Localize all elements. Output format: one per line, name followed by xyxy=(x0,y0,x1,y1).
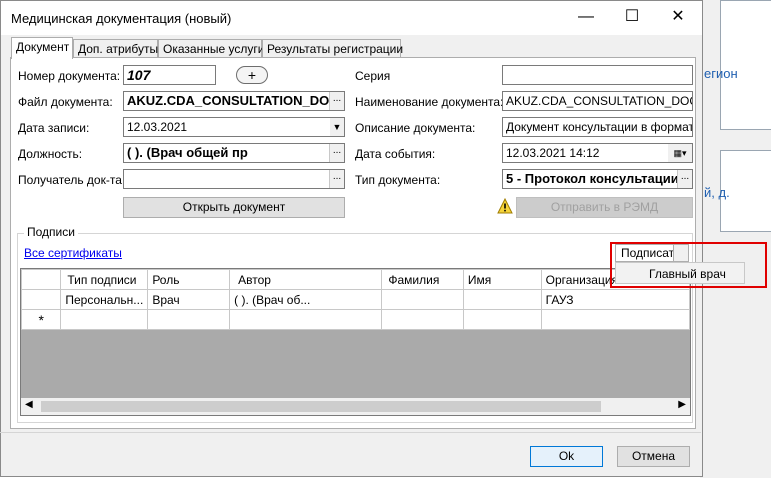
table-row[interactable]: Персональн... Врач ( ). (Врач об... ГАУЗ xyxy=(21,289,690,310)
table-cell[interactable]: ГАУЗ xyxy=(540,289,690,310)
table-cell[interactable] xyxy=(540,309,690,330)
browse-doc-type-button[interactable]: ... xyxy=(677,170,692,188)
series-field[interactable] xyxy=(502,65,693,85)
calendar-icon[interactable]: ▦▾ xyxy=(668,144,692,162)
column-header[interactable]: Автор xyxy=(229,269,383,290)
doc-name-field[interactable]: AKUZ.CDA_CONSULTATION_DOCUM xyxy=(502,91,693,111)
maximize-button[interactable]: ☐ xyxy=(609,1,655,33)
table-cell[interactable] xyxy=(147,309,231,330)
doc-type-field[interactable]: 5 - Протокол консультации С ... xyxy=(502,169,693,189)
close-button[interactable]: ✕ xyxy=(655,1,701,33)
new-row[interactable]: * xyxy=(21,309,690,330)
doc-description-label: Описание документа: xyxy=(355,121,476,135)
file-field[interactable]: AKUZ.CDA_CONSULTATION_DOCU ... xyxy=(123,91,345,111)
background-panel xyxy=(720,0,771,130)
horizontal-scrollbar[interactable]: ◀ ▶ xyxy=(21,398,690,415)
warning-icon xyxy=(497,198,513,214)
event-date-label: Дата события: xyxy=(355,147,436,161)
add-button[interactable]: + xyxy=(236,66,268,84)
file-label: Файл документа: xyxy=(18,95,113,109)
event-date-value: 12.03.2021 14:12 xyxy=(506,146,600,160)
signatures-table: Тип подписи Роль Автор Фамилия Имя Орган… xyxy=(20,268,691,416)
browse-position-button[interactable]: ... xyxy=(329,144,344,162)
tab-registration-results[interactable]: Результаты регистрации xyxy=(262,39,403,58)
doc-number-label: Номер документа: xyxy=(18,69,121,83)
table-cell[interactable] xyxy=(381,289,464,310)
new-row-marker: * xyxy=(21,309,62,330)
column-header xyxy=(21,269,62,290)
scroll-left-icon[interactable]: ◀ xyxy=(25,399,33,410)
position-label: Должность: xyxy=(18,147,83,161)
table-cell[interactable] xyxy=(60,309,149,330)
doc-description-field[interactable]: Документ консультации в формате ( xyxy=(502,117,693,137)
recipient-label: Получатель док-та xyxy=(18,173,122,187)
send-to-remd-button[interactable]: Отправить в РЭМД xyxy=(516,197,693,218)
tab-document[interactable]: Документ xyxy=(11,37,73,59)
doc-type-value: 5 - Протокол консультации С xyxy=(506,171,692,186)
all-certificates-link[interactable]: Все сертификаты xyxy=(24,246,122,260)
window-title: Медицинская документация (новый) xyxy=(11,11,232,26)
recipient-field[interactable]: ... xyxy=(123,169,345,189)
footer-divider xyxy=(0,432,701,433)
open-document-button[interactable]: Открыть документ xyxy=(123,197,345,218)
table-cell[interactable] xyxy=(381,309,464,330)
column-header[interactable]: Тип подписи xyxy=(60,269,149,290)
column-header[interactable]: Фамилия xyxy=(381,269,464,290)
series-label: Серия xyxy=(355,69,391,83)
table-header-row: Тип подписи Роль Автор Фамилия Имя Орган… xyxy=(21,269,690,290)
tab-services[interactable]: Оказанные услуги xyxy=(158,39,264,58)
title-bar: Медицинская документация (новый) — ☐ ✕ xyxy=(1,1,702,35)
background-link[interactable]: й, д. xyxy=(704,185,730,200)
scroll-right-icon[interactable]: ▶ xyxy=(678,399,686,410)
highlight-box xyxy=(610,242,767,288)
position-value: ( ). (Врач общей пр xyxy=(127,145,248,160)
event-date-field[interactable]: 12.03.2021 14:12 ▦▾ xyxy=(502,143,693,163)
cancel-button[interactable]: Отмена xyxy=(617,446,690,467)
tab-extra-attributes[interactable]: Доп. атрибуты xyxy=(73,39,158,58)
table-cell[interactable] xyxy=(229,309,383,330)
browse-file-button[interactable]: ... xyxy=(329,92,344,110)
table-cell[interactable] xyxy=(462,289,542,310)
table-cell[interactable]: Врач xyxy=(147,289,231,310)
ok-button[interactable]: Ok xyxy=(530,446,603,467)
doc-type-label: Тип документа: xyxy=(355,173,441,187)
record-date-value: 12.03.2021 xyxy=(127,120,188,134)
record-date-label: Дата записи: xyxy=(18,121,90,135)
column-header[interactable]: Имя xyxy=(462,269,542,290)
table-cell xyxy=(21,289,62,310)
record-date-field[interactable]: 12.03.2021 ▼ xyxy=(123,117,345,137)
minimize-button[interactable]: — xyxy=(563,1,609,33)
browse-recipient-button[interactable]: ... xyxy=(329,170,344,188)
column-header[interactable]: Роль xyxy=(147,269,231,290)
position-field[interactable]: ( ). (Врач общей пр ... xyxy=(123,143,345,163)
table-cell[interactable]: ( ). (Врач об... xyxy=(229,289,383,310)
doc-number-field[interactable]: 107 xyxy=(123,65,216,85)
table-cell[interactable] xyxy=(462,309,542,330)
scrollbar-thumb[interactable] xyxy=(41,401,601,412)
chevron-down-icon[interactable]: ▼ xyxy=(330,118,344,136)
table-cell[interactable]: Персональн... xyxy=(60,289,149,310)
signatures-group-title: Подписи xyxy=(24,225,78,239)
file-value: AKUZ.CDA_CONSULTATION_DOCU xyxy=(127,93,345,108)
background-link[interactable]: егион xyxy=(704,66,738,81)
doc-name-label: Наименование документа: xyxy=(355,95,504,109)
